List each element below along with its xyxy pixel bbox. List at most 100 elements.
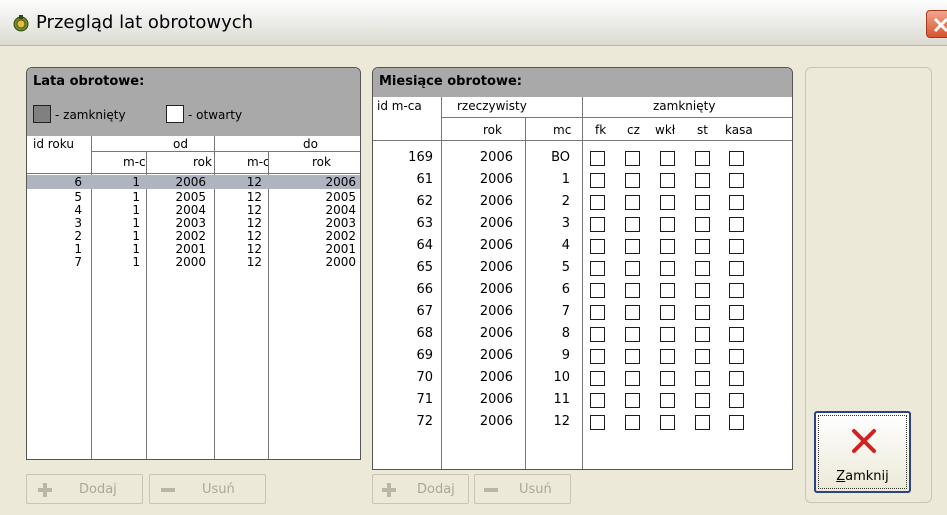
window-close-button[interactable] [926, 10, 947, 38]
cz-checkbox[interactable] [625, 371, 640, 386]
cz-checkbox[interactable] [625, 415, 640, 430]
kasa-checkbox[interactable] [729, 151, 744, 166]
kasa-checkbox[interactable] [729, 371, 744, 386]
cz-checkbox[interactable] [625, 327, 640, 342]
table-row[interactable]: 68 2006 8 [373, 323, 792, 345]
table-row[interactable]: 5 1 2005 12 2005 [27, 190, 360, 204]
col-od-rok: rok [193, 155, 212, 169]
st-checkbox[interactable] [695, 261, 710, 276]
years-panel-title: Lata obrotowe: [33, 74, 145, 89]
table-row[interactable]: 62 2006 2 [373, 191, 792, 213]
remove-year-button[interactable]: Usuń [149, 474, 266, 504]
st-checkbox[interactable] [695, 217, 710, 232]
close-dialog-button[interactable]: Zamknij [814, 411, 911, 493]
table-row[interactable]: 7 1 2000 12 2000 [27, 255, 360, 269]
kasa-checkbox[interactable] [729, 415, 744, 430]
kasa-checkbox[interactable] [729, 305, 744, 320]
col-id-roku: id roku [33, 137, 74, 151]
wkl-checkbox[interactable] [660, 173, 675, 188]
cz-checkbox[interactable] [625, 151, 640, 166]
kasa-checkbox[interactable] [729, 261, 744, 276]
cz-checkbox[interactable] [625, 239, 640, 254]
cz-checkbox[interactable] [625, 283, 640, 298]
kasa-checkbox[interactable] [729, 327, 744, 342]
fk-checkbox[interactable] [590, 305, 605, 320]
st-checkbox[interactable] [695, 327, 710, 342]
table-row[interactable]: 3 1 2003 12 2003 [27, 216, 360, 230]
table-row[interactable]: 70 2006 10 [373, 367, 792, 389]
kasa-checkbox[interactable] [729, 239, 744, 254]
table-row[interactable]: 65 2006 5 [373, 257, 792, 279]
cz-checkbox[interactable] [625, 195, 640, 210]
fk-checkbox[interactable] [590, 217, 605, 232]
cz-checkbox[interactable] [625, 217, 640, 232]
cz-checkbox[interactable] [625, 261, 640, 276]
wkl-checkbox[interactable] [660, 261, 675, 276]
st-checkbox[interactable] [695, 393, 710, 408]
cz-checkbox[interactable] [625, 305, 640, 320]
add-month-button[interactable]: Dodaj [372, 474, 469, 504]
col-do-mc: m-c [247, 155, 270, 169]
table-row[interactable]: 4 1 2004 12 2004 [27, 203, 360, 217]
st-checkbox[interactable] [695, 195, 710, 210]
table-row[interactable]: 61 2006 1 [373, 169, 792, 191]
cz-checkbox[interactable] [625, 349, 640, 364]
wkl-checkbox[interactable] [660, 305, 675, 320]
wkl-checkbox[interactable] [660, 283, 675, 298]
st-checkbox[interactable] [695, 151, 710, 166]
table-row[interactable]: 64 2006 4 [373, 235, 792, 257]
cz-checkbox[interactable] [625, 173, 640, 188]
fk-checkbox[interactable] [590, 173, 605, 188]
st-checkbox[interactable] [695, 371, 710, 386]
wkl-checkbox[interactable] [660, 393, 675, 408]
add-year-button[interactable]: Dodaj [26, 474, 143, 504]
fk-checkbox[interactable] [590, 415, 605, 430]
fk-checkbox[interactable] [590, 151, 605, 166]
st-checkbox[interactable] [695, 283, 710, 298]
wkl-checkbox[interactable] [660, 195, 675, 210]
wkl-checkbox[interactable] [660, 415, 675, 430]
cz-checkbox[interactable] [625, 393, 640, 408]
wkl-checkbox[interactable] [660, 239, 675, 254]
fk-checkbox[interactable] [590, 349, 605, 364]
wkl-checkbox[interactable] [660, 349, 675, 364]
remove-month-button[interactable]: Usuń [474, 474, 571, 504]
fk-checkbox[interactable] [590, 371, 605, 386]
wkl-checkbox[interactable] [660, 371, 675, 386]
st-checkbox[interactable] [695, 349, 710, 364]
kasa-checkbox[interactable] [729, 217, 744, 232]
table-row[interactable]: 2 1 2002 12 2002 [27, 229, 360, 243]
table-row[interactable]: 63 2006 3 [373, 213, 792, 235]
st-checkbox[interactable] [695, 239, 710, 254]
kasa-checkbox[interactable] [729, 195, 744, 210]
fk-checkbox[interactable] [590, 327, 605, 342]
table-row[interactable]: 72 2006 12 [373, 411, 792, 433]
app-icon [12, 14, 30, 32]
kasa-checkbox[interactable] [729, 349, 744, 364]
plus-icon [37, 482, 53, 502]
table-row[interactable]: 71 2006 11 [373, 389, 792, 411]
st-checkbox[interactable] [695, 173, 710, 188]
close-dialog-label: Zamknij [836, 469, 889, 484]
fk-checkbox[interactable] [590, 393, 605, 408]
kasa-checkbox[interactable] [729, 173, 744, 188]
table-row[interactable]: 69 2006 9 [373, 345, 792, 367]
fk-checkbox[interactable] [590, 261, 605, 276]
kasa-checkbox[interactable] [729, 393, 744, 408]
col-mc: mc [553, 123, 572, 137]
years-panel: Lata obrotowe: - zamknięty - otwarty id … [26, 67, 361, 460]
table-row[interactable]: 169 2006 BO [373, 147, 792, 169]
kasa-checkbox[interactable] [729, 283, 744, 298]
fk-checkbox[interactable] [590, 283, 605, 298]
table-row[interactable]: 67 2006 7 [373, 301, 792, 323]
wkl-checkbox[interactable] [660, 327, 675, 342]
fk-checkbox[interactable] [590, 195, 605, 210]
fk-checkbox[interactable] [590, 239, 605, 254]
table-row[interactable]: 6 1 2006 12 2006 [27, 175, 360, 189]
table-row[interactable]: 1 1 2001 12 2001 [27, 242, 360, 256]
wkl-checkbox[interactable] [660, 151, 675, 166]
wkl-checkbox[interactable] [660, 217, 675, 232]
table-row[interactable]: 66 2006 6 [373, 279, 792, 301]
st-checkbox[interactable] [695, 305, 710, 320]
st-checkbox[interactable] [695, 415, 710, 430]
